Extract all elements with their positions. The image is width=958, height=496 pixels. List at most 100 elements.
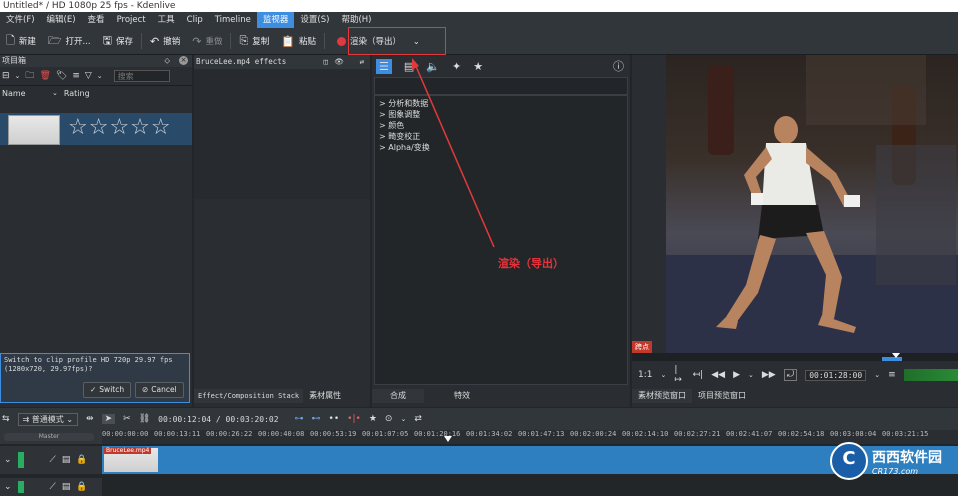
bin-view-icon[interactable]: ⊟	[2, 71, 10, 81]
tab-effect-stack[interactable]: Effect/Composition Stack	[194, 389, 304, 403]
edit-mode-select[interactable]: ⇉ 普通模式 ⌄	[17, 412, 79, 426]
bin-search-input[interactable]	[113, 70, 170, 82]
menu-item[interactable]: 工具	[152, 12, 181, 28]
float-icon[interactable]: ⬦	[164, 55, 170, 67]
open-button[interactable]: 🗁 打开...	[42, 31, 97, 51]
tab-clip-monitor[interactable]: 素材预览窗口	[632, 389, 692, 403]
effect-category[interactable]: > 畸变校正	[379, 131, 623, 142]
chevron-down-icon[interactable]: ⌄	[15, 72, 21, 80]
custom-effects-icon[interactable]: ✦	[452, 60, 461, 73]
column-rating[interactable]: Rating	[58, 89, 90, 98]
menu-icon[interactable]: ≡	[888, 370, 896, 380]
menu-item[interactable]: Clip	[181, 12, 209, 28]
list-icon[interactable]: ☰	[376, 58, 392, 74]
split-icon[interactable]: ◫	[323, 55, 328, 69]
insert-icon[interactable]: ⊶	[295, 414, 304, 424]
effect-stack-panel: BruceLee.mp4 effects ◫ 👁 ⇄ Effect/Compos…	[194, 55, 370, 407]
lock-icon[interactable]: 🔒	[76, 455, 87, 465]
add-folder-icon[interactable]: 🗀	[25, 68, 34, 84]
track-menu-icon[interactable]: ⇆	[2, 414, 10, 424]
copy-button[interactable]: ⎘ 复制	[233, 31, 275, 51]
monitor-timecode[interactable]: 00:01:28:00	[805, 369, 867, 381]
chevron-right-icon: >	[379, 132, 389, 141]
rewind-icon[interactable]: ◀◀	[711, 370, 725, 380]
split-audio-icon[interactable]: ⇄	[414, 414, 422, 424]
menu-item[interactable]: Project	[111, 12, 152, 28]
chevron-down-icon[interactable]: ⌄	[748, 371, 754, 379]
chevron-down-icon[interactable]: ⌄	[97, 72, 103, 80]
list-icon[interactable]: ≡	[72, 71, 80, 81]
switch-button[interactable]: ✓ Switch	[83, 382, 132, 398]
close-icon[interactable]: ×	[179, 56, 188, 65]
overwrite-icon[interactable]: ⊷	[312, 414, 321, 424]
ruler-tick-label: 00:00:53:19	[310, 430, 357, 438]
rating-stars[interactable]: ☆☆☆☆☆	[68, 117, 172, 139]
effect-category[interactable]: > 颜色	[379, 120, 623, 131]
lift-icon[interactable]: ••	[329, 414, 340, 424]
track-active-indicator[interactable]	[17, 481, 24, 493]
filter-icon[interactable]: ▽	[85, 71, 92, 81]
extract-icon[interactable]: •|•	[347, 414, 361, 424]
menu-item[interactable]: 监视器	[256, 12, 295, 28]
column-name[interactable]: Name	[0, 89, 52, 98]
collapse-chevron-icon[interactable]: ⌄	[4, 455, 12, 465]
chevron-down-icon[interactable]: ⌄	[660, 371, 666, 379]
menu-item[interactable]: 查看	[82, 12, 111, 28]
razor-tool-icon[interactable]: ✂	[123, 414, 131, 424]
clip-row[interactable]: ☆☆☆☆☆	[0, 113, 192, 145]
tag-icon[interactable]: 🏷	[56, 71, 67, 81]
paste-button[interactable]: 📋 粘贴	[275, 31, 322, 51]
lock-icon[interactable]: 🔒	[76, 482, 87, 492]
forward-icon[interactable]: ▶▶	[762, 370, 776, 380]
undo-button[interactable]: ↶ 撤销	[144, 31, 186, 51]
menu-item[interactable]: 编辑(E)	[41, 12, 82, 28]
tab-project-monitor[interactable]: 项目预览窗口	[692, 389, 752, 403]
eye-icon[interactable]: 👁	[334, 55, 344, 69]
ruler-tick-label: 00:01:20:16	[414, 430, 461, 438]
link-icon[interactable]: ⛓	[139, 414, 150, 424]
film-icon[interactable]: ▤	[62, 455, 71, 465]
save-button[interactable]: 🖫 保存	[97, 31, 139, 51]
record-audio-icon[interactable]: ⊙	[385, 414, 393, 424]
menu-item[interactable]: 设置(S)	[294, 12, 335, 28]
film-icon[interactable]: ▤	[62, 482, 71, 492]
cancel-button[interactable]: ⊘ Cancel	[135, 382, 184, 398]
set-in-icon[interactable]: |↦	[674, 365, 684, 385]
collapse-chevron-icon[interactable]: ⌄	[4, 482, 12, 492]
menu-item[interactable]: 文件(F)	[0, 12, 41, 28]
redo-button[interactable]: ↷ 重做	[186, 31, 228, 51]
effect-category[interactable]: > 分析和数据	[379, 98, 623, 109]
tab-effects[interactable]: 特效	[436, 389, 488, 403]
favorite-star-icon[interactable]: ★	[473, 60, 483, 73]
spacer-tool-icon[interactable]: ⇹	[86, 414, 94, 424]
new-button[interactable]: 🗋 新建	[0, 31, 42, 51]
favorite-star-icon[interactable]: ★	[369, 414, 377, 424]
tab-transitions[interactable]: 合成	[372, 389, 424, 403]
effects-wand-icon[interactable]: ⟋	[50, 482, 56, 492]
delete-icon[interactable]: 🗑	[39, 71, 50, 81]
effects-search-input[interactable]	[374, 77, 628, 95]
playhead-icon[interactable]	[892, 353, 900, 358]
monitor-ruler[interactable]	[632, 353, 958, 361]
chevron-down-icon[interactable]: ⌄	[400, 415, 406, 423]
menu-item[interactable]: 帮助(H)	[335, 12, 377, 28]
effects-wand-icon[interactable]: ⟋	[50, 455, 56, 465]
master-button[interactable]: Master	[4, 433, 94, 441]
video-icon[interactable]: ▤	[404, 60, 414, 73]
compare-icon[interactable]: ⇄	[359, 55, 364, 69]
menu-item[interactable]: Timeline	[209, 12, 257, 28]
watermark: C 西西软件园 CR173.com	[830, 442, 942, 480]
set-out-icon[interactable]: ↤|	[693, 370, 704, 380]
play-icon[interactable]: ▶	[733, 370, 740, 380]
effect-category[interactable]: > Alpha/变换	[379, 142, 623, 153]
zoom-select[interactable]: 1:1	[638, 370, 652, 380]
video-frame[interactable]	[666, 55, 958, 353]
chevron-down-icon[interactable]: ⌄	[874, 371, 880, 379]
audio-icon[interactable]: 🔈	[426, 60, 440, 73]
tab-clip-properties[interactable]: 素材属性	[303, 389, 348, 403]
loop-icon[interactable]: ⤾	[783, 369, 798, 381]
track-active-indicator[interactable]	[17, 452, 24, 468]
effect-category[interactable]: > 图象调整	[379, 109, 623, 120]
info-icon[interactable]: ⓘ	[613, 58, 624, 74]
select-tool-icon[interactable]: ➤	[101, 414, 116, 424]
